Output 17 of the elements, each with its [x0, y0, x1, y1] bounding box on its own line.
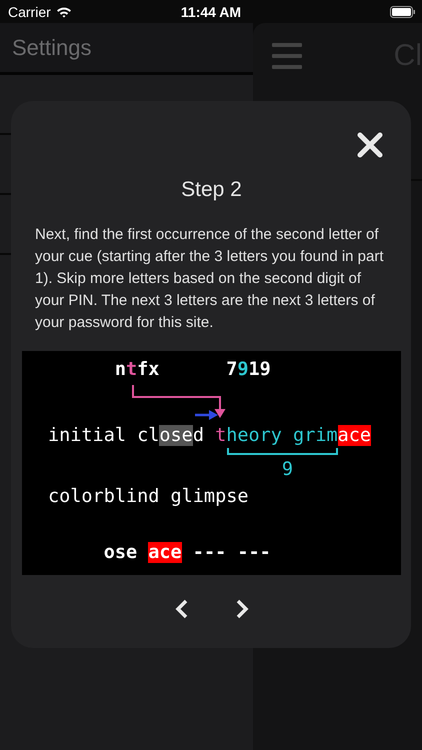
next-button[interactable] — [234, 598, 248, 620]
diagram-text: ose ace --- --- — [104, 541, 271, 565]
diagram-text: 7919 — [226, 358, 271, 382]
sidebar-title: Settings — [12, 34, 92, 60]
diagram-text: ntfx — [114, 358, 160, 382]
battery-icon — [390, 6, 416, 18]
dialog-title: Step 2 — [180, 178, 243, 202]
instruction-text: Next, find the first occurrence of the second letter of your cue (starting after the 3 letters you found in part 1). Skip more letters based on the second digit of your PIN. The next 3 letters are the next 3 letters of your password for this site. — [35, 225, 385, 333]
previous-button[interactable] — [174, 598, 188, 620]
pointer-arrow — [195, 410, 218, 420]
diagram-text: colorblind glimpse — [48, 485, 248, 509]
clock-time: 11:44 AM — [180, 4, 242, 20]
close-button[interactable] — [357, 132, 383, 158]
diagram-text: initial closed theory grimace — [48, 424, 372, 448]
wifi-icon — [56, 6, 72, 18]
carrier-label: Carrier — [8, 4, 51, 20]
diagram-text: 9 — [282, 458, 294, 482]
